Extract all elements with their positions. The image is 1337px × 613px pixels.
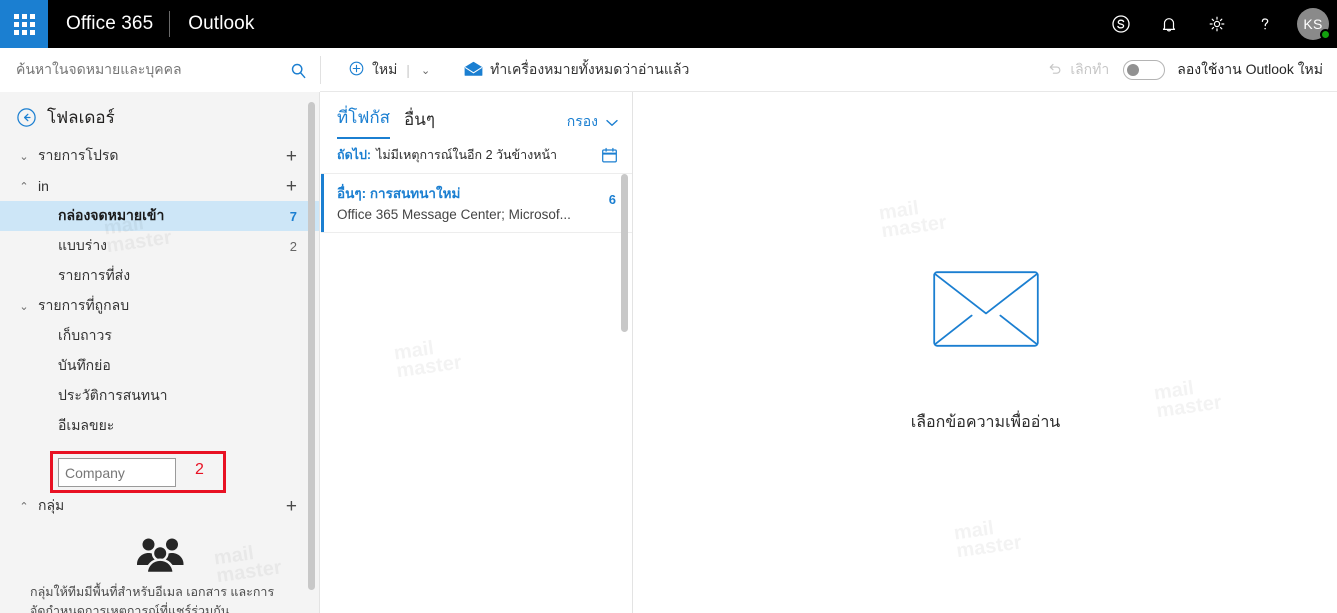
tab-other[interactable]: อื่นๆ <box>404 106 435 139</box>
new-folder-name-input[interactable] <box>58 458 176 487</box>
sidebar-item-sent[interactable]: รายการที่ส่ง <box>0 261 319 291</box>
toggle-track[interactable] <box>1123 60 1166 80</box>
filter-dropdown[interactable]: กรอง <box>567 111 632 139</box>
sidebar-item-label: แบบร่าง <box>58 237 108 253</box>
sidebar-item-label: บันทึกย่อ <box>58 357 111 373</box>
sidebar-item-deleted[interactable]: ⌄ รายการที่ถูกลบ <box>0 291 319 321</box>
add-folder-icon[interactable]: + <box>286 177 297 196</box>
add-group-icon[interactable]: + <box>286 497 297 516</box>
settings-gear-icon[interactable] <box>1193 0 1241 48</box>
add-favorite-icon[interactable]: + <box>286 147 297 166</box>
search-icon[interactable] <box>289 61 308 80</box>
sidebar-group-account[interactable]: ⌃ in + <box>0 171 319 201</box>
new-folder-row: 2 <box>0 443 319 493</box>
app-launcher-icon[interactable] <box>0 0 48 48</box>
page-title: โฟลเดอร์ <box>47 108 115 127</box>
next-event-key: ถัดไป: <box>337 148 372 162</box>
message-list-tabs: ที่โฟกัส อื่นๆ กรอง <box>321 92 632 139</box>
sidebar-item-label: เก็บถาวร <box>58 327 112 343</box>
chevron-up-icon[interactable]: ⌃ <box>16 180 32 193</box>
help-question-icon[interactable] <box>1241 0 1289 48</box>
app-launcher-grid <box>13 13 35 35</box>
chevron-down-icon[interactable]: ⌄ <box>419 64 430 77</box>
undo-label: เลิกทำ <box>1070 61 1110 77</box>
sidebar-item-conversation-history[interactable]: ประวัติการสนทนา <box>0 381 319 411</box>
sidebar-group-account-label: in <box>38 178 49 194</box>
new-mail-label: ใหม่ <box>372 61 398 77</box>
next-event-bar: ถัดไป: ไม่มีเหตุการณ์ในอีก 2 วันข้างหน้า <box>321 139 632 173</box>
sidebar-header: โฟลเดอร์ <box>0 92 319 141</box>
plus-circle-icon <box>348 60 365 80</box>
presence-available-badge <box>1320 29 1331 40</box>
envelope-open-icon <box>464 61 483 80</box>
command-bar-right: เลิกทำ ลองใช้งาน Outlook ใหม่ <box>1046 48 1337 92</box>
tab-focused[interactable]: ที่โฟกัส <box>337 104 391 139</box>
folder-sidebar: โฟลเดอร์ ⌄ รายการโปรด + ⌃ in + กล่องจดหม… <box>0 92 320 613</box>
people-group-icon <box>24 535 295 573</box>
suite-bar: Office 365 Outlook KS <box>0 0 1337 48</box>
notifications-bell-icon[interactable] <box>1145 0 1193 48</box>
next-event-value: ไม่มีเหตุการณ์ในอีก 2 วันข้างหน้า <box>376 148 558 162</box>
outlook-web-app: Office 365 Outlook KS ค้นหาในจดหมายและบุ… <box>0 0 1337 613</box>
undo-arrow-icon <box>1046 60 1063 80</box>
message-list-item[interactable]: อื่นๆ: การสนทนาใหม่ Office 365 Message C… <box>321 173 632 233</box>
try-new-outlook-label: ลองใช้งาน Outlook ใหม่ <box>1177 61 1323 77</box>
chevron-down-icon <box>606 114 618 130</box>
sidebar-item-drafts[interactable]: แบบร่าง 2 <box>0 231 319 261</box>
reading-pane: เลือกข้อความเพื่ออ่าน <box>634 92 1337 613</box>
sidebar-item-label: ประวัติการสนทนา <box>58 387 168 403</box>
sidebar-item-label: กล่องจดหมายเข้า <box>58 207 165 223</box>
message-text: อื่นๆ: การสนทนาใหม่ Office 365 Message C… <box>337 182 599 222</box>
sidebar-group-groups-label: กลุ่ม <box>38 497 65 513</box>
sidebar-scrollbar[interactable] <box>308 102 315 590</box>
sidebar-item-label: รายการที่ส่ง <box>58 267 131 283</box>
annotation-step-number: 2 <box>195 461 204 478</box>
reading-pane-empty-message: เลือกข้อความเพื่ออ่าน <box>910 413 1061 431</box>
message-list-scrollbar[interactable] <box>621 174 628 332</box>
new-mail-button[interactable]: ใหม่ | ⌄ <box>340 48 438 92</box>
message-preview: Office 365 Message Center; Microsof... <box>337 207 571 222</box>
search-input[interactable]: ค้นหาในจดหมายและบุคคล <box>0 48 320 92</box>
undo-button[interactable]: เลิกทำ <box>1046 59 1109 81</box>
suite-bar-actions: KS <box>1097 0 1337 48</box>
sidebar-item-junk[interactable]: อีเมลขยะ <box>0 411 319 441</box>
toggle-knob <box>1127 64 1140 76</box>
groups-empty-state: กลุ่มให้ทีมมีพื้นที่สำหรับอีเมล เอกสาร แ… <box>0 521 319 613</box>
chevron-down-icon[interactable]: ⌄ <box>16 150 32 163</box>
message-list-pane: ที่โฟกัส อื่นๆ กรอง ถัดไป: ไม่มีเหตุการณ… <box>321 92 633 613</box>
sidebar-item-archive[interactable]: เก็บถาวร <box>0 321 319 351</box>
office365-brand[interactable]: Office 365 <box>48 13 169 35</box>
message-subject: อื่นๆ: การสนทนาใหม่ <box>337 186 461 201</box>
chevron-up-icon[interactable]: ⌃ <box>16 500 32 513</box>
sidebar-group-favorites-label: รายการโปรด <box>38 147 119 163</box>
back-arrow-circle-icon[interactable] <box>16 107 37 128</box>
unread-indicator <box>321 174 324 232</box>
app-name-outlook[interactable]: Outlook <box>170 13 254 35</box>
mark-all-read-label: ทำเครื่องหมายทั้งหมดว่าอ่านแล้ว <box>490 61 690 77</box>
mark-all-read-button[interactable]: ทำเครื่องหมายทั้งหมดว่าอ่านแล้ว <box>456 48 697 92</box>
try-new-outlook-toggle[interactable]: ลองใช้งาน Outlook ใหม่ <box>1123 59 1323 81</box>
envelope-icon <box>932 270 1039 352</box>
command-bar: ค้นหาในจดหมายและบุคคล ใหม่ | ⌄ ทำเครื่อง… <box>0 48 1337 92</box>
sidebar-item-label: อีเมลขยะ <box>58 417 115 433</box>
sidebar-item-label: รายการที่ถูกลบ <box>38 297 130 313</box>
chevron-down-icon[interactable]: ⌄ <box>16 300 32 313</box>
message-conversation-count: 6 <box>608 192 616 207</box>
sidebar-item-count: 2 <box>289 238 297 254</box>
sidebar-item-count: 7 <box>289 208 297 224</box>
groups-empty-description: กลุ่มให้ทีมมีพื้นที่สำหรับอีเมล เอกสาร แ… <box>30 585 275 613</box>
sidebar-item-inbox[interactable]: กล่องจดหมายเข้า 7 <box>0 201 319 231</box>
skype-icon[interactable] <box>1097 0 1145 48</box>
command-divider <box>320 56 321 84</box>
filter-label: กรอง <box>566 113 598 129</box>
calendar-icon[interactable] <box>601 147 618 164</box>
sidebar-group-groups[interactable]: ⌃ กลุ่ม + <box>0 491 319 521</box>
new-split-pipe: | <box>406 62 410 78</box>
sidebar-item-notes[interactable]: บันทึกย่อ <box>0 351 319 381</box>
avatar[interactable]: KS <box>1289 0 1337 48</box>
search-placeholder: ค้นหาในจดหมายและบุคคล <box>16 61 182 77</box>
command-actions: ใหม่ | ⌄ ทำเครื่องหมายทั้งหมดว่าอ่านแล้ว <box>340 48 697 92</box>
sidebar-group-favorites[interactable]: ⌄ รายการโปรด + <box>0 141 319 171</box>
